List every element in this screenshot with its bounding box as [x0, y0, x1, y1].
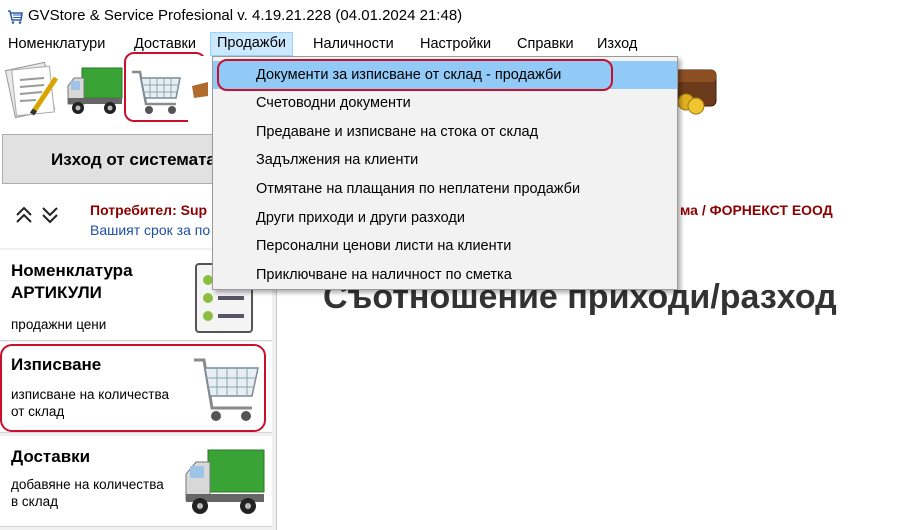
menuitem-label: Предаване и изписване на стока от склад — [256, 124, 539, 140]
card-title: Номенклатура — [11, 261, 133, 280]
document-pen-icon — [4, 61, 59, 119]
user-label: Потребител: Sup — [90, 202, 208, 218]
card-title: Доставки — [11, 447, 91, 466]
toolbar-partial-button[interactable] — [188, 56, 210, 122]
menuitem-transfer-writeoff[interactable]: Предаване и изписване на стока от склад — [213, 118, 677, 146]
menuitem-other-income-expenses[interactable]: Други приходи и други разходи — [213, 204, 677, 232]
menuitem-client-debts[interactable]: Задължения на клиенти — [213, 146, 677, 174]
menuitem-label: Други приходи и други разходи — [256, 210, 465, 226]
card-title-line2: АРТИКУЛИ — [11, 283, 102, 302]
sidebar: Номенклатура АРТИКУЛИ продажни цени Изпи… — [0, 248, 277, 530]
menuitem-label: Задължения на клиенти — [256, 152, 419, 168]
company-label: ма / ФОРНЕКСТ ЕООД — [680, 202, 833, 218]
truck-icon — [185, 449, 265, 514]
menu-nomenclatures[interactable]: Номенклатури — [2, 33, 111, 55]
menu-sales[interactable]: Продажби — [210, 32, 294, 56]
term-label: Вашият срок за по — [90, 222, 211, 238]
card-subtitle-line1: добавяне на количества — [11, 477, 164, 492]
menuitem-label: Счетоводни документи — [256, 95, 411, 111]
sales-dropdown-menu: Документи за изписване от склад - продаж… — [212, 56, 678, 290]
title-bar: GVStore & Service Profesional v. 4.19.21… — [0, 0, 900, 32]
sidebar-card-deliveries[interactable]: Доставки добавяне на количества в склад — [0, 436, 272, 527]
menuitem-personal-price-lists[interactable]: Персонални ценови листи на клиенти — [213, 232, 677, 260]
menu-settings[interactable]: Настройки — [414, 33, 497, 55]
card-subtitle-line2: в склад — [11, 494, 58, 509]
menuitem-close-account-balance[interactable]: Приключване на наличност по сметка — [213, 261, 677, 289]
double-chevron-down-icon[interactable] — [40, 205, 60, 225]
toolbar-deliveries-button[interactable] — [64, 56, 124, 122]
double-chevron-up-icon[interactable] — [14, 205, 34, 225]
app-cart-icon — [6, 7, 24, 25]
menuitem-label: Отмятане на плащания по неплатени продаж… — [256, 181, 581, 197]
menuitem-accounting-documents[interactable]: Счетоводни документи — [213, 89, 677, 117]
menuitem-label: Персонални ценови листи на клиенти — [256, 238, 512, 254]
menu-reports[interactable]: Справки — [511, 33, 580, 55]
truck-icon — [67, 67, 123, 114]
menu-stock[interactable]: Наличности — [307, 33, 400, 55]
card-subtitle: продажни цени — [11, 317, 107, 332]
menuitem-mark-payments[interactable]: Отмятане на плащания по неплатени продаж… — [213, 175, 677, 203]
exit-system-label: Изход от системата — [51, 150, 216, 169]
menuitem-label: Приключване на наличност по сметка — [256, 267, 512, 283]
selected-item-highlight — [217, 59, 613, 91]
writeoff-card-highlight — [0, 344, 266, 432]
partial-icon — [192, 82, 208, 98]
window-title: GVStore & Service Profesional v. 4.19.21… — [28, 7, 463, 24]
menu-exit[interactable]: Изход — [591, 33, 643, 55]
toolbar-nomenclature-button[interactable] — [2, 56, 62, 122]
